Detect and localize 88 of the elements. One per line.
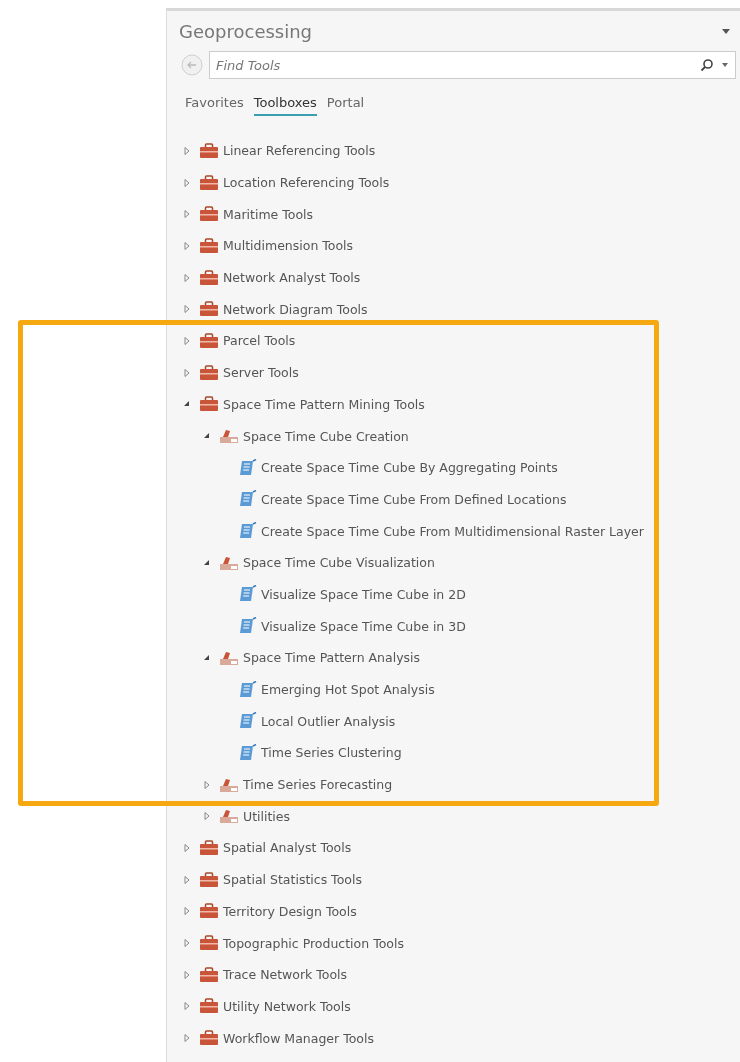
collapsed-arrow-icon[interactable] [183,970,191,979]
toolbox-icon [199,396,219,413]
tool-script-icon [239,680,257,699]
tree-item[interactable]: Maritime Tools [223,206,314,222]
tree-item[interactable]: Visualize Space Time Cube in 2D [261,586,466,602]
toolset-icon [219,776,239,793]
collapsed-arrow-icon[interactable] [203,812,211,821]
tree-item[interactable]: Visualize Space Time Cube in 3D [261,618,466,634]
back-icon[interactable] [181,54,203,76]
toolbox-icon [199,935,219,952]
collapsed-arrow-icon[interactable] [183,210,191,219]
toolbox-icon [199,998,219,1015]
tree-item[interactable]: Topographic Production Tools [223,935,404,951]
search-icon[interactable] [700,58,714,72]
toolbox-icon [199,903,219,920]
toolset-icon [219,808,239,825]
tree-item[interactable]: Linear Referencing Tools [223,143,376,159]
tab[interactable]: Portal [326,95,365,114]
tree-item[interactable]: Create Space Time Cube From Defined Locations [261,491,567,507]
collapsed-arrow-icon[interactable] [183,1034,191,1043]
tool-script-icon [239,490,257,509]
search-field[interactable]: Find Tools [209,51,736,79]
expanded-arrow-icon[interactable] [203,432,211,441]
tree-item[interactable]: Location Referencing Tools [223,175,390,191]
toolbox-icon [199,301,219,318]
tree-item[interactable]: Spatial Analyst Tools [223,840,352,856]
collapsed-arrow-icon[interactable] [203,780,211,789]
tree-item[interactable]: Space Time Pattern Mining Tools [223,396,425,412]
tree-item[interactable]: Territory Design Tools [223,903,357,919]
panel-title: Geoprocessing [179,20,313,42]
toolbox-icon [199,332,219,349]
tree-item[interactable]: Trace Network Tools [223,967,348,983]
collapsed-arrow-icon[interactable] [183,336,191,345]
tree-item[interactable]: Multidimension Tools [223,238,354,254]
expanded-arrow-icon[interactable] [203,558,211,567]
toolbox-icon [199,269,219,286]
tree-item[interactable]: Network Diagram Tools [223,301,368,317]
tree-item[interactable]: Workflow Manager Tools [223,1030,374,1046]
tool-script-icon [239,458,257,477]
tree-item[interactable]: Time Series Clustering [261,745,402,761]
toolbox-icon [199,871,219,888]
tree-item[interactable]: Parcel Tools [223,333,296,349]
tree-item[interactable]: Space Time Pattern Analysis [243,650,421,666]
collapsed-arrow-icon[interactable] [183,875,191,884]
toolbox-icon [199,839,219,856]
collapsed-arrow-icon[interactable] [183,939,191,948]
tree-item[interactable]: Emerging Hot Spot Analysis [261,682,435,698]
collapsed-arrow-icon[interactable] [183,178,191,187]
toolbox-icon [199,966,219,983]
collapsed-arrow-icon[interactable] [183,241,191,250]
tool-script-icon [239,712,257,731]
collapsed-arrow-icon[interactable] [183,273,191,282]
tab[interactable]: Favorites [185,95,244,114]
toolbox-icon [199,206,219,223]
tool-script-icon [239,617,257,636]
collapsed-arrow-icon[interactable] [183,843,191,852]
tab[interactable]: Toolboxes [253,95,317,116]
tree-item[interactable]: Create Space Time Cube By Aggregating Points [261,460,558,476]
caret-icon[interactable] [722,63,728,67]
toolset-icon [219,649,239,666]
tool-script-icon [239,522,257,541]
toolbox-icon [199,1030,219,1047]
tree-item[interactable]: Create Space Time Cube From Multidimensional Raster Layer [261,523,644,539]
tree-item[interactable]: Utilities [243,808,291,824]
toolset-icon [219,554,239,571]
caret-icon[interactable] [722,28,730,34]
tool-script-icon [239,743,257,762]
tree-item[interactable]: Server Tools [223,365,299,381]
collapsed-arrow-icon[interactable] [183,305,191,314]
collapsed-arrow-icon[interactable] [183,146,191,155]
tool-script-icon [239,585,257,604]
expanded-arrow-icon[interactable] [183,400,191,409]
tree-item[interactable]: Spatial Statistics Tools [223,872,362,888]
tree-item[interactable]: Time Series Forecasting [243,777,393,793]
collapsed-arrow-icon[interactable] [183,907,191,916]
toolbox-icon [199,237,219,254]
toolset-icon [219,428,239,445]
expanded-arrow-icon[interactable] [203,653,211,662]
toolbox-icon [199,142,219,159]
collapsed-arrow-icon[interactable] [183,1002,191,1011]
tree-item[interactable]: Space Time Cube Creation [243,428,409,444]
toolbox-icon [199,174,219,191]
tree-item[interactable]: Local Outlier Analysis [261,713,396,729]
tree-item[interactable]: Utility Network Tools [223,998,351,1014]
tree-item[interactable]: Space Time Cube Visualization [243,555,435,571]
tree-item[interactable]: Network Analyst Tools [223,270,361,286]
toolbox-icon [199,364,219,381]
collapsed-arrow-icon[interactable] [183,368,191,377]
